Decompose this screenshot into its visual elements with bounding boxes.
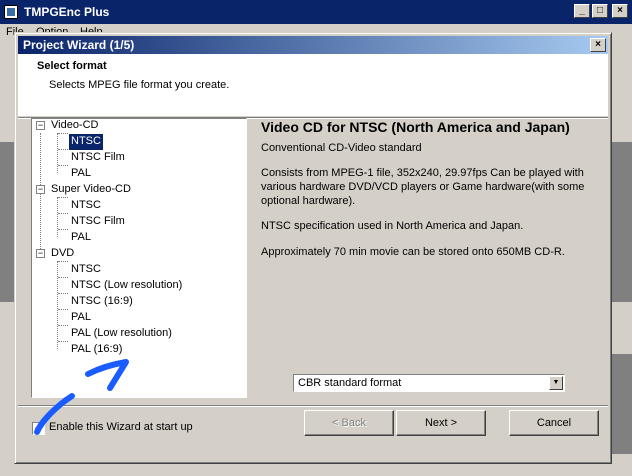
format-tree[interactable]: − Video-CD NTSC NTSC Film PAL − Super Vi… <box>31 118 247 398</box>
tree-item-dvd-pal-16-9[interactable]: PAL (16:9) <box>69 342 124 358</box>
header-subtitle: Selects MPEG file format you create. <box>49 79 230 91</box>
back-button[interactable]: < Back <box>304 410 394 436</box>
tree-item-video-cd-ntsc[interactable]: NTSC <box>68 133 104 151</box>
rate-control-value: CBR standard format <box>298 377 402 389</box>
format-description-line-2: Consists from MPEG-1 file, 352x240, 29.9… <box>261 167 585 207</box>
format-description-line-4: Approximately 70 min movie can be stored… <box>261 246 565 258</box>
tree-group-super-video-cd[interactable]: Super Video-CD <box>49 182 133 198</box>
minimize-button[interactable]: _ <box>574 4 590 18</box>
format-description-title: Video CD for NTSC (North America and Jap… <box>261 119 570 135</box>
expander-minus-icon[interactable]: − <box>36 249 45 258</box>
tree-item-video-cd-ntsc-film[interactable]: NTSC Film <box>69 150 127 166</box>
main-titlebar: TMPGEnc Plus _ □ × <box>0 0 632 24</box>
tree-group-video-cd[interactable]: Video-CD <box>49 119 101 134</box>
tree-item-svcd-ntsc-film[interactable]: NTSC Film <box>69 214 127 230</box>
enable-wizard-label[interactable]: Enable this Wizard at start up <box>49 421 193 433</box>
wizard-header: Select format Selects MPEG file format y… <box>18 54 608 116</box>
tree-item-video-cd-pal[interactable]: PAL <box>69 166 93 182</box>
bottom-separator <box>18 405 608 407</box>
wizard-title: Project Wizard (1/5) <box>23 38 135 52</box>
chevron-down-icon[interactable]: ▼ <box>549 376 563 390</box>
header-title: Select format <box>37 60 107 72</box>
tree-item-svcd-pal[interactable]: PAL <box>69 230 93 246</box>
expander-minus-icon[interactable]: − <box>36 121 45 130</box>
tree-item-dvd-pal-low[interactable]: PAL (Low resolution) <box>69 326 174 342</box>
project-wizard-dialog: Project Wizard (1/5) × Select format Sel… <box>14 32 612 464</box>
cancel-button[interactable]: Cancel <box>509 410 599 436</box>
rate-control-select[interactable]: CBR standard format ▼ <box>293 374 565 392</box>
tree-group-dvd[interactable]: DVD <box>49 246 76 262</box>
tree-item-dvd-ntsc[interactable]: NTSC <box>69 262 103 278</box>
maximize-button[interactable]: □ <box>592 4 608 18</box>
wizard-titlebar: Project Wizard (1/5) × <box>18 36 608 54</box>
tree-item-svcd-ntsc[interactable]: NTSC <box>69 198 103 214</box>
format-description-line-3: NTSC specification used in North America… <box>261 220 524 232</box>
next-button[interactable]: Next > <box>396 410 486 436</box>
tree-item-dvd-pal[interactable]: PAL <box>69 310 93 326</box>
tree-item-dvd-ntsc-low[interactable]: NTSC (Low resolution) <box>69 278 184 294</box>
format-description-line-1: Conventional CD-Video standard <box>261 142 422 154</box>
close-button[interactable]: × <box>612 4 628 18</box>
wizard-close-button[interactable]: × <box>590 38 606 52</box>
app-icon <box>4 5 18 19</box>
tree-item-dvd-ntsc-16-9[interactable]: NTSC (16:9) <box>69 294 135 310</box>
main-title: TMPGEnc Plus <box>24 5 110 19</box>
enable-wizard-checkbox[interactable]: ✓ <box>32 422 45 435</box>
expander-minus-icon[interactable]: − <box>36 185 45 194</box>
